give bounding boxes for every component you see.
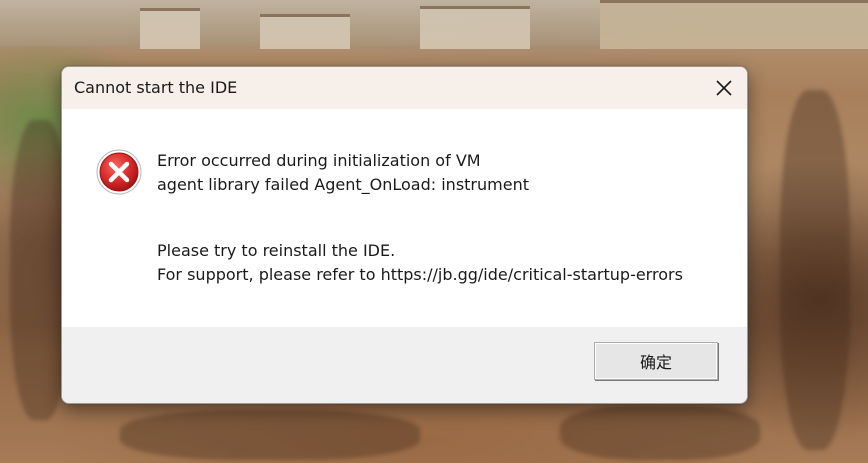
dialog-titlebar: Cannot start the IDE <box>62 67 747 109</box>
support-message-line: For support, please refer to https://jb.… <box>157 265 683 284</box>
close-icon <box>716 80 732 96</box>
error-icon <box>96 149 142 195</box>
dialog-footer: 确定 <box>62 327 747 403</box>
ok-button[interactable]: 确定 <box>594 342 718 380</box>
dialog-content: Error occurred during initialization of … <box>62 109 747 327</box>
error-message-line: Error occurred during initialization of … <box>157 151 481 170</box>
desktop-background: Cannot start the IDE Error occurred duri… <box>0 0 868 463</box>
dialog-title: Cannot start the IDE <box>74 78 238 97</box>
error-message-line: agent library failed Agent_OnLoad: instr… <box>157 175 529 194</box>
support-message: Please try to reinstall the IDE. For sup… <box>157 239 683 287</box>
support-message-line: Please try to reinstall the IDE. <box>157 241 396 260</box>
wallpaper-town <box>0 0 868 49</box>
error-message: Error occurred during initialization of … <box>157 149 529 197</box>
close-button[interactable] <box>701 67 747 109</box>
error-dialog: Cannot start the IDE Error occurred duri… <box>61 66 748 404</box>
